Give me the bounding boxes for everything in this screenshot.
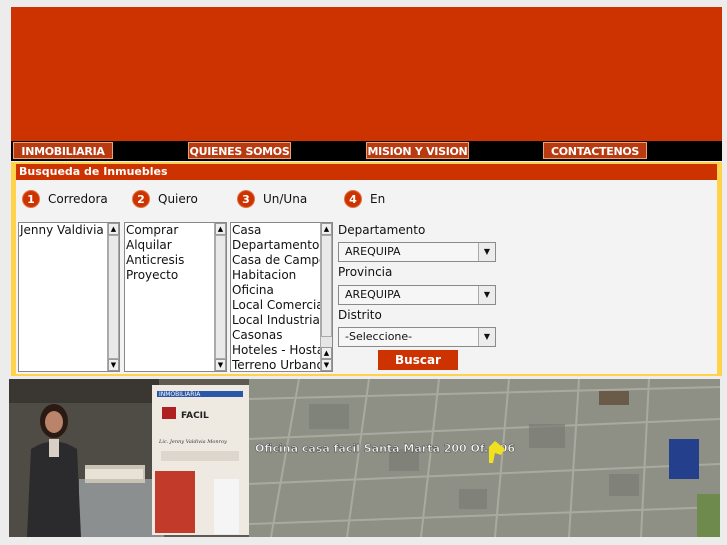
step-quiero: 2 Quiero [132, 190, 198, 208]
nav-contactenos[interactable]: CONTACTENOS [543, 142, 647, 159]
step-number: 4 [344, 190, 362, 208]
departamento-select[interactable]: AREQUIPA ▼ [338, 242, 496, 262]
list-item[interactable]: Casonas [232, 328, 327, 343]
search-panel-title: Busqueda de Inmuebles [16, 164, 717, 180]
list-item[interactable]: Jenny Valdivia [20, 223, 104, 238]
buscar-button[interactable]: Buscar [378, 350, 458, 370]
sign-company: FACIL [181, 411, 209, 421]
step-label: En [370, 192, 386, 206]
list-item[interactable]: Terreno Urbano [232, 358, 327, 371]
scroll-up-icon[interactable]: ▲ [108, 223, 119, 235]
map-caption: Oficina casa facil Santa Marta 200 Of. 1… [255, 442, 515, 455]
step-number: 3 [237, 190, 255, 208]
list-item[interactable]: Habitacion [232, 268, 327, 283]
tipo-scrollbar[interactable]: ▲ ▲ ▼ [320, 223, 332, 371]
list-item[interactable]: Departamento [232, 238, 327, 253]
office-map-photo: INMOBILIARIA FACIL Lic. Jenny Valdivia M… [9, 379, 720, 537]
list-item[interactable]: Hoteles - Hostal [232, 343, 327, 358]
provincia-select[interactable]: AREQUIPA ▼ [338, 285, 496, 305]
sign-names: Lic. Jenny Valdivia Monroy [158, 439, 227, 445]
tipo-listbox[interactable]: Casa Departamento Casa de Campo Habitaci… [230, 222, 333, 372]
main-nav: INMOBILIARIA QUIENES SOMOS MISION Y VISI… [11, 141, 722, 161]
header-banner [11, 7, 722, 141]
chevron-down-icon[interactable]: ▼ [478, 328, 495, 346]
provincia-value: AREQUIPA [345, 288, 401, 301]
step-label: Corredora [48, 192, 108, 206]
list-item[interactable]: Comprar [126, 223, 184, 238]
scroll-up-icon[interactable]: ▲ [215, 223, 226, 235]
scroll-down-icon[interactable]: ▼ [321, 359, 332, 371]
step-number: 1 [22, 190, 40, 208]
chevron-down-icon[interactable]: ▼ [478, 286, 495, 304]
provincia-label: Provincia [338, 265, 393, 279]
list-item[interactable]: Alquilar [126, 238, 184, 253]
corredora-listbox[interactable]: Jenny Valdivia ▲ ▼ [18, 222, 120, 372]
list-item[interactable]: Local Industrial [232, 313, 327, 328]
nav-mision-vision[interactable]: MISION Y VISION [366, 142, 469, 159]
scroll-down-icon[interactable]: ▼ [108, 359, 119, 371]
scroll-thumb[interactable] [215, 235, 226, 359]
scroll-down-icon[interactable]: ▼ [215, 359, 226, 371]
search-panel: Busqueda de Inmuebles 1 Corredora 2 Quie… [11, 162, 722, 376]
list-item[interactable]: Casa de Campo [232, 253, 327, 268]
departamento-value: AREQUIPA [345, 245, 401, 258]
nav-quienes-somos[interactable]: QUIENES SOMOS [188, 142, 291, 159]
departamento-label: Departamento [338, 223, 426, 237]
step-corredora: 1 Corredora [22, 190, 108, 208]
distrito-select[interactable]: -Seleccione- ▼ [338, 327, 496, 347]
office-and-map-image: INMOBILIARIA FACIL Lic. Jenny Valdivia M… [9, 379, 720, 537]
list-item[interactable]: Oficina [232, 283, 327, 298]
step-label: Un/Una [263, 192, 308, 206]
chevron-down-icon[interactable]: ▼ [478, 243, 495, 261]
list-item[interactable]: Local Comercial [232, 298, 327, 313]
list-item[interactable]: Anticresis [126, 253, 184, 268]
list-item[interactable]: Casa [232, 223, 327, 238]
sign-brand: INMOBILIARIA [159, 391, 201, 398]
step-label: Quiero [158, 192, 198, 206]
scroll-up-icon[interactable]: ▲ [321, 347, 332, 359]
nav-inmobiliaria[interactable]: INMOBILIARIA [13, 142, 113, 159]
step-en: 4 En [344, 190, 385, 208]
list-item[interactable]: Proyecto [126, 268, 184, 283]
corredora-scrollbar[interactable]: ▲ ▼ [107, 223, 119, 371]
scroll-up-icon[interactable]: ▲ [321, 223, 332, 235]
distrito-value: -Seleccione- [345, 330, 413, 343]
scroll-thumb[interactable] [108, 235, 119, 359]
scroll-thumb[interactable] [321, 235, 332, 337]
step-tipo: 3 Un/Una [237, 190, 307, 208]
step-number: 2 [132, 190, 150, 208]
distrito-label: Distrito [338, 308, 382, 322]
quiero-scrollbar[interactable]: ▲ ▼ [214, 223, 226, 371]
quiero-listbox[interactable]: Comprar Alquilar Anticresis Proyecto ▲ ▼ [124, 222, 227, 372]
